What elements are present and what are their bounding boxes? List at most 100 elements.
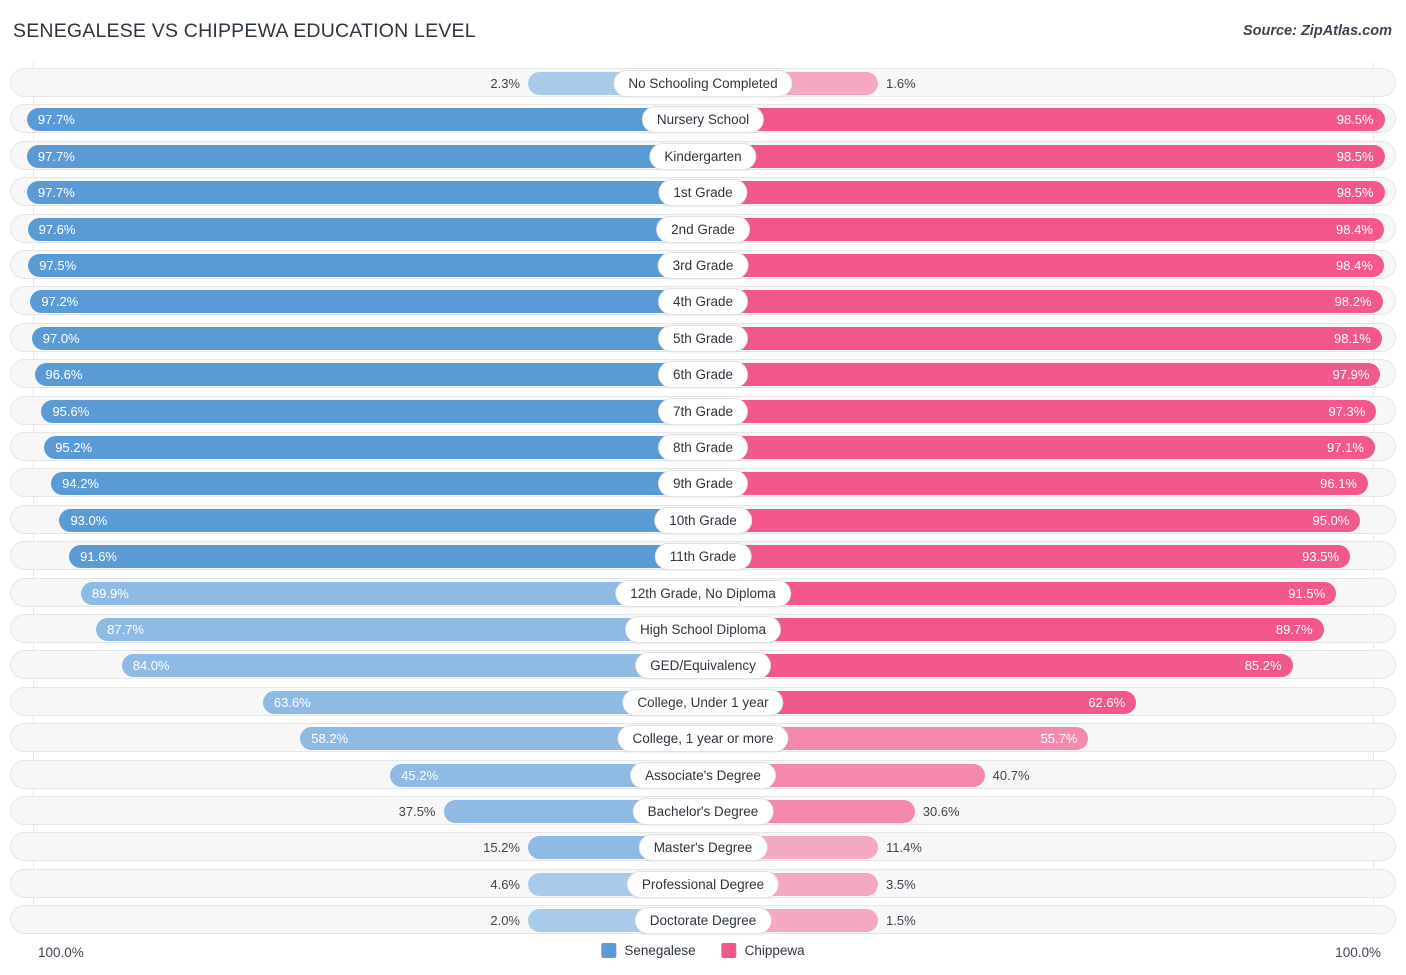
bar-track: 97.0% 98.1% 5th Grade xyxy=(11,324,1395,352)
value-label-chippewa: 98.2% xyxy=(1334,294,1372,310)
bar-track: 2.3% 1.6% No Schooling Completed xyxy=(11,69,1395,97)
category-label: 10th Grade xyxy=(654,506,752,534)
value-label-chippewa: 98.4% xyxy=(1336,221,1373,237)
bar-senegalese[interactable]: 89.9% xyxy=(80,581,703,605)
chart-footer: 100.0% Senegalese Chippewa 100.0% xyxy=(0,933,1406,975)
value-label-senegalese: 97.7% xyxy=(37,112,75,128)
value-label-senegalese: 97.5% xyxy=(39,258,77,273)
diverging-bar-chart: 2.3% 1.6% No Schooling Completed 97.7% 98.5%… xyxy=(0,62,1406,935)
bar-chippewa[interactable]: 98.4% xyxy=(703,254,1384,277)
bar-senegalese[interactable]: 95.6% xyxy=(41,399,703,423)
value-label-senegalese: 97.6% xyxy=(38,221,76,237)
bar-chippewa[interactable]: 98.4% xyxy=(703,217,1384,241)
bar-track: 97.6% 98.4% 2nd Grade xyxy=(11,215,1395,243)
value-label-chippewa: 3.5% xyxy=(886,876,916,892)
bar-chippewa[interactable]: 97.9% xyxy=(703,363,1381,387)
bar-track: 96.6% 97.9% 6th Grade xyxy=(11,360,1395,389)
bar-chippewa[interactable]: 89.7% xyxy=(703,618,1324,641)
bar-senegalese[interactable]: 95.2% xyxy=(44,436,703,459)
category-label: GED/Equivalency xyxy=(635,652,771,680)
category-label: Associate's Degree xyxy=(630,761,776,789)
bar-chippewa[interactable]: 98.1% xyxy=(703,326,1382,350)
bar-senegalese[interactable]: 97.7% xyxy=(26,144,703,168)
value-label-chippewa: 97.9% xyxy=(1332,367,1370,383)
value-label-senegalese: 63.6% xyxy=(273,694,311,710)
value-label-chippewa: 30.6% xyxy=(922,804,960,819)
chart-row: 97.7% 98.5% Kindergarten xyxy=(10,140,1396,170)
value-label-senegalese: 97.0% xyxy=(42,330,80,346)
value-label-chippewa: 93.5% xyxy=(1302,549,1340,565)
value-label-senegalese: 15.2% xyxy=(483,840,520,856)
category-label: No Schooling Completed xyxy=(613,70,793,97)
value-label-senegalese: 97.7% xyxy=(37,185,75,201)
bar-senegalese[interactable]: 84.0% xyxy=(121,654,703,678)
bar-track: 89.9% 91.5% 12th Grade, No Diploma xyxy=(11,579,1395,607)
bar-senegalese[interactable]: 97.6% xyxy=(27,217,703,241)
chart-row: 97.7% 98.5% 1st Grade xyxy=(10,177,1396,207)
bar-senegalese[interactable]: 97.2% xyxy=(30,290,703,314)
category-label: Doctorate Degree xyxy=(634,907,772,935)
bar-senegalese[interactable]: 91.6% xyxy=(69,545,703,569)
legend-swatch-icon xyxy=(601,943,617,958)
bar-chippewa[interactable]: 98.2% xyxy=(703,290,1383,314)
category-label: 11th Grade xyxy=(654,543,752,571)
value-label-senegalese: 87.7% xyxy=(107,622,144,637)
category-label: 7th Grade xyxy=(657,397,749,425)
category-label: High School Diploma xyxy=(624,616,782,643)
bar-track: 87.7% 89.7% High School Diploma xyxy=(11,615,1395,643)
bar-chippewa[interactable]: 85.2% xyxy=(703,654,1293,678)
bar-senegalese[interactable]: 87.7% xyxy=(96,618,703,641)
chart-row: 96.6% 97.9% 6th Grade xyxy=(10,359,1396,389)
value-label-senegalese: 97.2% xyxy=(41,294,79,310)
legend-item[interactable]: Chippewa xyxy=(721,943,805,958)
category-label: 1st Grade xyxy=(658,179,748,207)
chart-row: 93.0% 95.0% 10th Grade xyxy=(10,504,1396,534)
bar-senegalese[interactable]: 97.0% xyxy=(31,326,703,350)
legend-item[interactable]: Senegalese xyxy=(601,943,696,958)
bar-track: 95.6% 97.3% 7th Grade xyxy=(11,397,1395,425)
axis-label-right: 100.0% xyxy=(1335,945,1381,960)
value-label-chippewa: 55.7% xyxy=(1040,731,1078,747)
bar-track: 97.7% 98.5% Kindergarten xyxy=(11,142,1395,170)
category-label: 5th Grade xyxy=(657,324,749,352)
category-label: 12th Grade, No Diploma xyxy=(615,579,791,607)
bar-chippewa[interactable]: 93.5% xyxy=(703,545,1351,569)
chart-row: 97.0% 98.1% 5th Grade xyxy=(10,322,1396,352)
value-label-senegalese: 89.9% xyxy=(91,585,129,601)
chart-row: 89.9% 91.5% 12th Grade, No Diploma xyxy=(10,577,1396,607)
value-label-chippewa: 98.5% xyxy=(1336,112,1374,128)
source-attribution: Source: ZipAtlas.com xyxy=(1242,23,1392,39)
value-label-senegalese: 95.2% xyxy=(55,440,93,455)
value-label-senegalese: 97.7% xyxy=(37,148,75,164)
bar-chippewa[interactable]: 91.5% xyxy=(703,581,1337,605)
category-label: Professional Degree xyxy=(626,870,780,898)
value-label-chippewa: 96.1% xyxy=(1320,476,1357,492)
value-label-chippewa: 98.4% xyxy=(1336,258,1373,273)
value-label-chippewa: 1.6% xyxy=(886,76,916,91)
bar-senegalese[interactable]: 97.5% xyxy=(28,254,703,277)
bar-chippewa[interactable]: 98.5% xyxy=(703,181,1385,205)
chart-row: 58.2% 55.7% College, 1 year or more xyxy=(10,723,1396,753)
value-label-senegalese: 93.0% xyxy=(70,512,108,528)
value-label-chippewa: 98.1% xyxy=(1333,330,1371,346)
bar-track: 97.5% 98.4% 3rd Grade xyxy=(11,251,1395,279)
bar-senegalese[interactable]: 94.2% xyxy=(51,472,703,496)
bar-senegalese[interactable]: 97.7% xyxy=(26,108,703,132)
chart-row: 95.6% 97.3% 7th Grade xyxy=(10,395,1396,425)
bar-chippewa[interactable]: 98.5% xyxy=(703,108,1385,132)
bar-track: 15.2% 11.4% Master's Degree xyxy=(11,833,1395,862)
bar-senegalese[interactable]: 97.7% xyxy=(26,181,703,205)
bar-senegalese[interactable]: 93.0% xyxy=(59,508,703,532)
value-label-chippewa: 11.4% xyxy=(886,840,922,856)
bar-chippewa[interactable]: 97.3% xyxy=(703,399,1377,423)
bar-chippewa[interactable]: 95.0% xyxy=(703,508,1361,532)
value-label-chippewa: 62.6% xyxy=(1088,694,1126,710)
bar-chippewa[interactable]: 97.1% xyxy=(703,436,1375,459)
value-label-chippewa: 98.5% xyxy=(1336,185,1374,201)
chart-row: 37.5% 30.6% Bachelor's Degree xyxy=(10,796,1396,825)
bar-senegalese[interactable]: 96.6% xyxy=(34,363,703,387)
bar-chippewa[interactable]: 98.5% xyxy=(703,144,1385,168)
chart-row: 2.3% 1.6% No Schooling Completed xyxy=(10,68,1396,97)
bar-chippewa[interactable]: 96.1% xyxy=(703,472,1368,496)
category-label: Kindergarten xyxy=(649,142,757,170)
